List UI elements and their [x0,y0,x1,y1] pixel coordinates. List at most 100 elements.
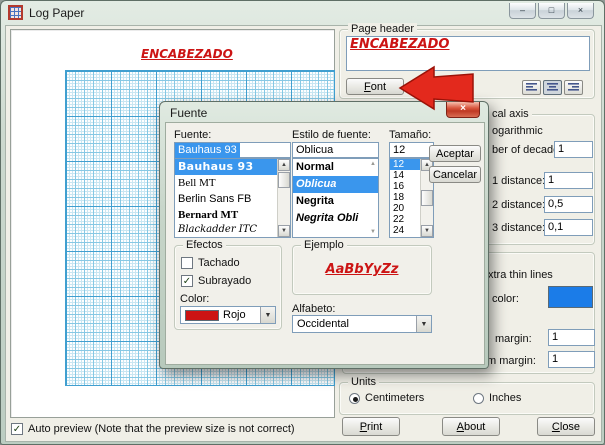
scroll-up-icon[interactable]: ▲ [278,159,290,171]
font-list-item[interactable]: Bernard MT [175,207,290,223]
line-color-swatch[interactable] [548,286,593,308]
window-title: Log Paper [29,6,84,20]
distance1-input[interactable]: 1 [544,172,593,189]
maximize-button[interactable]: □ [538,3,565,19]
page-header-text: ENCABEZADO [350,37,449,52]
scroll-down-icon[interactable]: ▼ [421,225,433,237]
auto-preview-label: Auto preview (Note that the preview size… [28,423,295,435]
align-left-icon [525,82,538,93]
sample-text: AaBbYyZz [293,262,431,277]
size-input[interactable]: 12 [389,142,434,158]
red-arrow-annotation [397,64,475,112]
cancelar-button[interactable]: Cancelar [429,166,481,183]
log-paper-window: Log Paper – □ × ENCABEZADO Page header E… [0,0,605,445]
distance3-label: 3 distance: [492,222,545,234]
font-dialog-client: Fuente: Bauhaus 93 Bauhaus 93 Bell MT Be… [165,122,485,365]
align-center-button[interactable] [543,80,562,95]
distance2-input[interactable]: 0,5 [544,196,593,213]
logarithmic-label: ogarithmic [492,125,543,137]
close-button[interactable]: × [567,3,594,19]
color-value: Rojo [223,309,246,321]
scroll-down-icon[interactable]: ▼ [278,225,290,237]
font-list-item[interactable]: Blackadder ITC [175,223,290,237]
font-dialog-title: Fuente [170,106,207,120]
font-list-item[interactable]: Bauhaus 93 [175,159,290,175]
centimeters-label: Centimeters [365,392,424,404]
size-label: Tamaño: [389,129,431,141]
style-list-item[interactable]: Normal [293,159,378,176]
checkbox-check-icon: ✓ [181,275,193,287]
title-bar[interactable]: Log Paper – □ × [1,1,604,25]
alphabet-combobox[interactable]: Occidental ▼ [292,315,432,333]
style-list[interactable]: Normal Oblicua Negrita Negrita Obli ▲ ▼ [292,158,379,238]
scroll-up-icon: ▲ [370,161,376,167]
radio-inches[interactable]: Inches [473,392,521,404]
style-label: Estilo de fuente: [292,129,371,141]
radio-centimeters[interactable]: Centimeters [349,392,424,404]
align-center-icon [546,82,559,93]
font-list[interactable]: Bauhaus 93 Bell MT Berlin Sans FB Bernar… [174,158,291,238]
style-list-item[interactable]: Oblicua [293,176,378,193]
margin1-input[interactable]: 1 [548,329,595,346]
font-dialog: Fuente × Fuente: Bauhaus 93 Bauhaus 93 B… [159,101,489,369]
decades-input[interactable]: 1 [554,141,593,158]
scrollbar-thumb[interactable] [278,172,290,188]
font-list-scrollbar[interactable]: ▲ ▼ [277,159,290,237]
font-list-item[interactable]: Berlin Sans FB [175,191,290,207]
auto-preview-checkbox[interactable]: ✓ Auto preview (Note that the preview si… [11,423,295,435]
chevron-down-icon[interactable]: ▼ [416,316,431,332]
distance3-input[interactable]: 0,1 [544,219,593,236]
font-list-item[interactable]: Bell MT [175,175,290,191]
chevron-down-icon[interactable]: ▼ [260,307,275,323]
radio-circle [349,393,360,404]
style-input[interactable]: Oblicua [292,142,379,158]
minimize-button[interactable]: – [509,3,536,19]
strikeout-checkbox[interactable]: Tachado [181,257,240,269]
font-name-selected-text: Bauhaus 93 [175,143,240,158]
margin1-label: margin: [495,333,532,345]
scroll-down-icon: ▼ [370,229,376,235]
extra-thin-lines-label: xtra thin lines [488,269,553,281]
page-header-group-label: Page header [348,23,417,36]
margin2-label: m margin: [487,355,536,367]
scrollbar-thumb[interactable] [421,190,433,206]
margin2-input[interactable]: 1 [548,351,595,368]
radio-circle [473,393,484,404]
app-grid-icon [8,5,23,20]
align-right-button[interactable] [564,80,583,95]
close-dialog-button[interactable]: Close [537,417,595,436]
about-button[interactable]: About [442,417,500,436]
units-group-label: Units [348,376,379,389]
font-label: Fuente: [174,129,211,141]
minimize-icon: – [520,5,525,15]
color-label: Color: [180,293,209,305]
sample-group: Ejemplo AaBbYyZz [292,245,432,295]
style-list-item[interactable]: Negrita Obli [293,210,378,227]
vertical-axis-group-label: cal axis [489,108,532,121]
font-name-input[interactable]: Bauhaus 93 [174,142,291,158]
distance2-label: 2 distance: [492,199,545,211]
checkbox-empty [181,257,193,269]
size-list[interactable]: 12 14 16 18 20 22 24 ▲ ▼ [389,158,434,238]
alphabet-label: Alfabeto: [292,303,335,315]
strikeout-label: Tachado [198,257,240,269]
aceptar-button[interactable]: Aceptar [429,145,481,162]
underline-label: Subrayado [198,275,251,287]
alphabet-value: Occidental [293,318,349,330]
line-color-label: color: [492,293,519,305]
font-button[interactable]: Font [346,78,404,95]
underline-checkbox[interactable]: ✓ Subrayado [181,275,251,287]
style-list-item[interactable]: Negrita [293,193,378,210]
size-list-item[interactable]: 12 [390,159,421,170]
inches-label: Inches [489,392,521,404]
align-left-button[interactable] [522,80,541,95]
checkbox-check-icon: ✓ [11,423,23,435]
close-icon: × [578,5,583,15]
distance1-label: 1 distance: [492,175,545,187]
maximize-icon: □ [549,5,554,15]
color-combobox[interactable]: Rojo ▼ [180,306,276,324]
effects-group-label: Efectos [183,239,226,252]
units-group: Units Centimeters Inches [339,382,595,415]
print-button[interactable]: Print [342,417,400,436]
preview-header-text: ENCABEZADO [141,47,233,61]
